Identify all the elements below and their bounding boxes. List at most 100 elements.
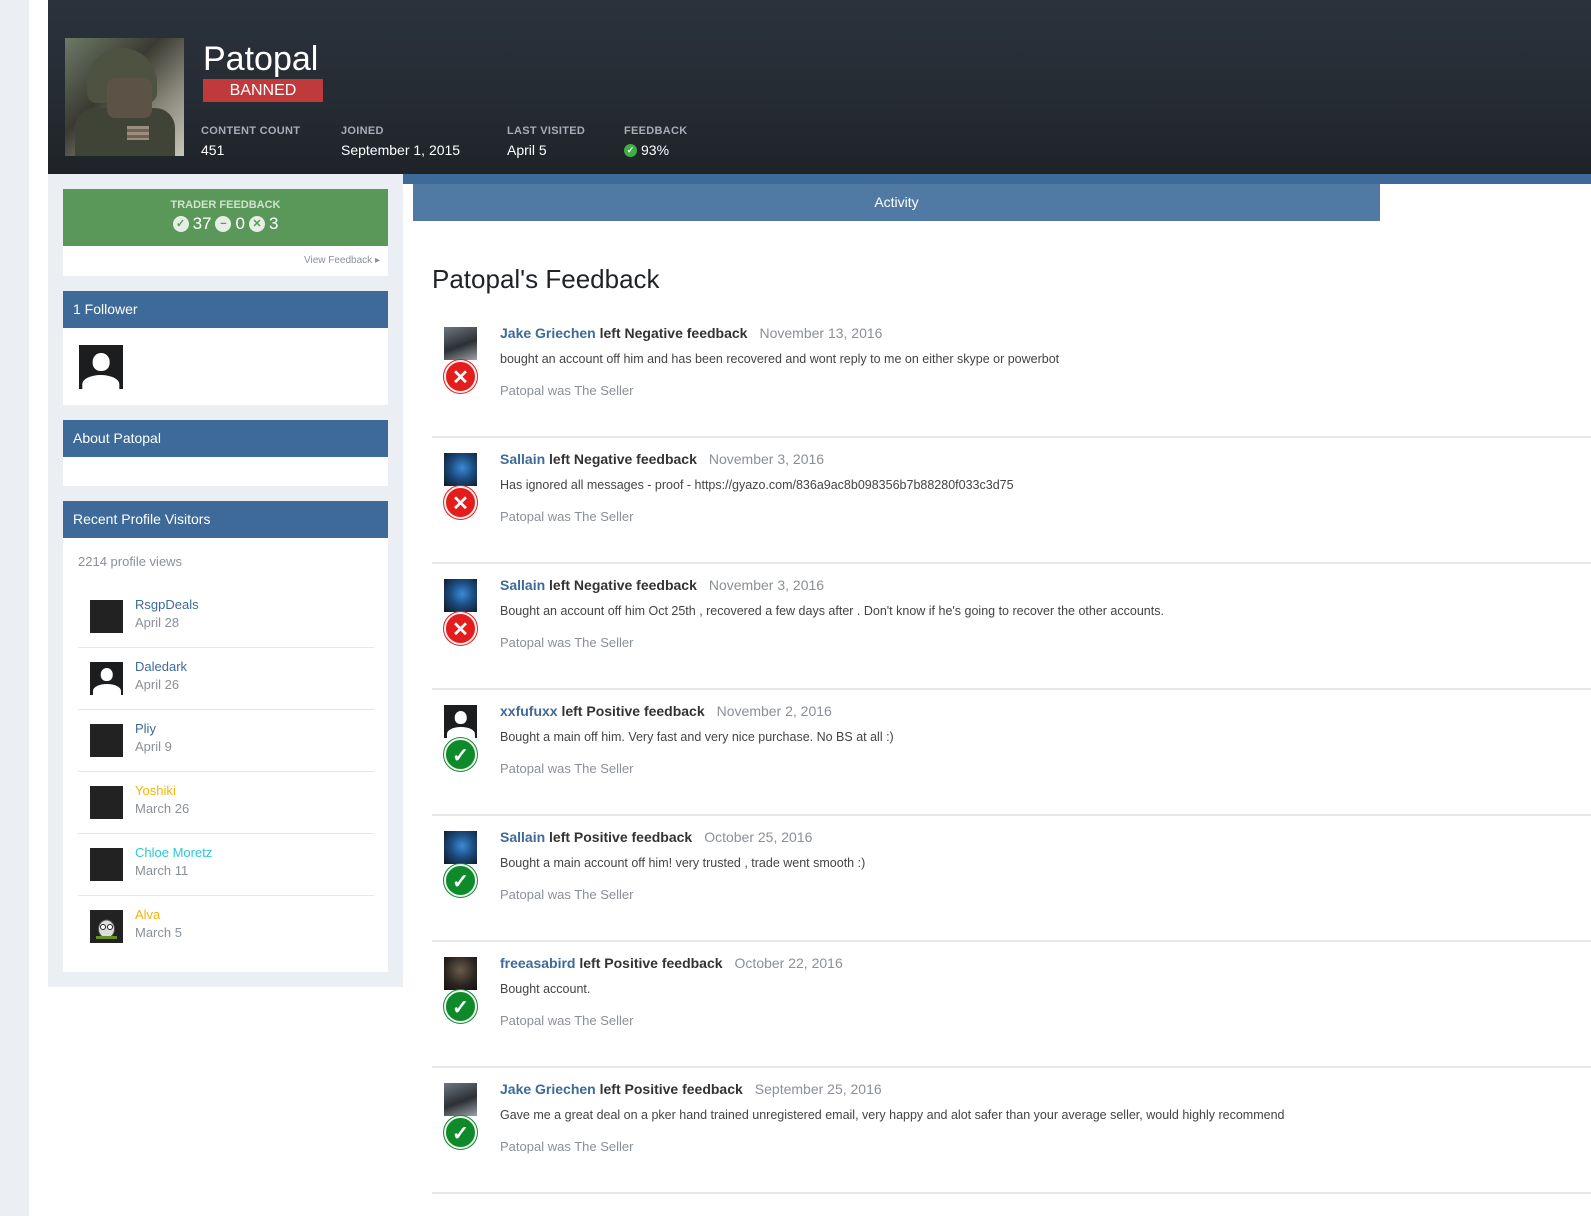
feedback-kind: left Positive feedback [549,829,693,845]
stat-label: JOINED [341,125,384,137]
visitor-date: March 26 [135,801,190,816]
feedback-avatar[interactable] [444,327,477,360]
feedback-role: Patopal was The Seller [500,887,634,902]
feedback-role: Patopal was The Seller [500,1139,634,1154]
tab-activity[interactable]: Activity [413,184,1380,221]
neutral-count: 0 [235,214,245,233]
about-panel: About Patopal [63,420,388,457]
feedback-kind: left Positive feedback [599,1081,743,1097]
stat-value: September 1, 2015 [341,142,461,158]
stat-label: FEEDBACK [624,125,688,137]
feedback-item: ✕ Sallain left Negative feedback November… [432,564,1591,690]
negative-count: 3 [268,214,279,233]
feedback-role: Patopal was The Seller [500,383,634,398]
visitor-item[interactable]: RsgpDeals April 28 [78,586,374,648]
view-feedback-link[interactable]: View Feedback ▸ [304,255,380,266]
feedback-avatar[interactable] [444,579,477,612]
visitor-date: March 5 [135,925,182,940]
feedback-date: September 25, 2016 [754,1081,882,1097]
feedback-text: Bought an account off him Oct 25th , rec… [500,604,1164,618]
stat-feedback: FEEDBACK ✓ 93% [624,125,688,158]
visitor-avatar[interactable] [90,662,123,695]
profile-views: 2214 profile views [78,554,183,569]
trader-feedback-box: TRADER FEEDBACK ✓ 37 − 0 ✕ 3 [63,189,388,246]
visitor-item[interactable]: Yoshiki March 26 [78,772,374,834]
feedback-date: November 13, 2016 [759,325,883,341]
feedback-date: November 3, 2016 [708,451,825,467]
stat-value: 93% [641,142,670,158]
feedback-kind: left Negative feedback [549,577,697,593]
feedback-item: ✓ Sallain left Positive feedback October … [432,816,1591,942]
page-gutter [0,0,29,1216]
check-circle-icon: ✓ [444,990,477,1023]
feedback-item: ✕ Jake Griechen left Negative feedback No… [432,312,1591,438]
x-circle-icon: ✕ [444,612,477,645]
check-circle-icon: ✓ [172,216,189,232]
about-body [63,457,388,486]
visitor-name[interactable]: Yoshiki [135,783,176,798]
feedback-avatar[interactable] [444,705,477,738]
stat-value: April 5 [507,142,547,158]
feedback-text: Bought a main account off him! very trus… [500,856,866,870]
positive-count: 37 [192,214,212,233]
stat-label: LAST VISITED [507,125,586,137]
feedback-user[interactable]: Jake Griechen [500,325,596,341]
visitor-name[interactable]: Chloe Moretz [135,845,212,860]
visitors-title: Recent Profile Visitors [63,501,388,538]
feedback-text: Has ignored all messages - proof - https… [500,478,1014,492]
feedback-role: Patopal was The Seller [500,509,634,524]
visitor-avatar[interactable] [90,786,123,819]
minus-circle-icon: − [215,216,232,232]
follower-avatar[interactable] [79,345,123,389]
feedback-user[interactable]: Sallain [500,829,545,845]
feedback-kind: left Positive feedback [561,703,705,719]
visitor-item[interactable]: Daledark April 26 [78,648,374,710]
followers-panel: 1 Follower [63,291,388,405]
feedback-date: October 22, 2016 [734,955,843,971]
feedback-avatar[interactable] [444,1083,477,1116]
visitor-item[interactable]: Pliy April 9 [78,710,374,772]
feedback-text: Bought a main off him. Very fast and ver… [500,730,894,744]
feedback-text: Gave me a great deal on a pker hand trai… [500,1108,1285,1122]
visitor-avatar[interactable] [90,848,123,881]
visitor-date: April 26 [135,677,180,692]
feedback-item: ✓ xxfufuxx left Positive feedback Novembe… [432,690,1591,816]
stat-last-visited: LAST VISITED April 5 [507,125,585,158]
feedback-role: Patopal was The Seller [500,635,634,650]
visitor-avatar[interactable] [90,724,123,757]
feedback-kind: left Negative feedback [599,325,748,341]
feedback-text: Bought account. [500,982,591,996]
feedback-user[interactable]: Sallain [500,577,545,593]
visitor-date: March 11 [135,863,189,878]
stat-label: CONTENT COUNT [201,125,301,137]
tab-strip [403,174,1591,184]
profile-avatar[interactable] [65,38,184,156]
stat-value: 451 [201,142,225,158]
visitor-name[interactable]: Pliy [135,721,156,736]
feedback-kind: left Positive feedback [579,955,723,971]
feedback-user[interactable]: Jake Griechen [500,1081,596,1097]
feedback-user[interactable]: Sallain [500,451,545,467]
feedback-user[interactable]: xxfufuxx [500,703,558,719]
feedback-item: ✓ freeasabird left Positive feedback Octo… [432,942,1591,1068]
feedback-user[interactable]: freeasabird [500,955,575,971]
visitor-name[interactable]: Alva [135,907,160,922]
feedback-avatar[interactable] [444,957,477,990]
trader-feedback-label: TRADER FEEDBACK [170,199,281,211]
feedback-item: ✓ Jake Griechen left Positive feedback Se… [432,1068,1591,1194]
visitor-name[interactable]: RsgpDeals [135,597,199,612]
x-circle-icon: ✕ [444,486,477,519]
feedback-role: Patopal was The Seller [500,1013,634,1028]
visitor-item[interactable]: Chloe Moretz March 11 [78,834,374,896]
check-circle-icon: ✓ [444,1116,477,1149]
x-circle-icon: ✕ [248,216,265,232]
visitor-name[interactable]: Daledark [135,659,187,674]
visitor-item[interactable]: Alva March 5 [78,896,374,958]
feedback-kind: left Negative feedback [549,451,697,467]
feedback-item: ✕ Sallain left Negative feedback November… [432,438,1591,564]
feedback-avatar[interactable] [444,831,477,864]
feedback-avatar[interactable] [444,453,477,486]
profile-username: Patopal [203,40,319,78]
visitor-avatar[interactable] [90,600,123,633]
visitor-avatar[interactable] [90,910,123,943]
